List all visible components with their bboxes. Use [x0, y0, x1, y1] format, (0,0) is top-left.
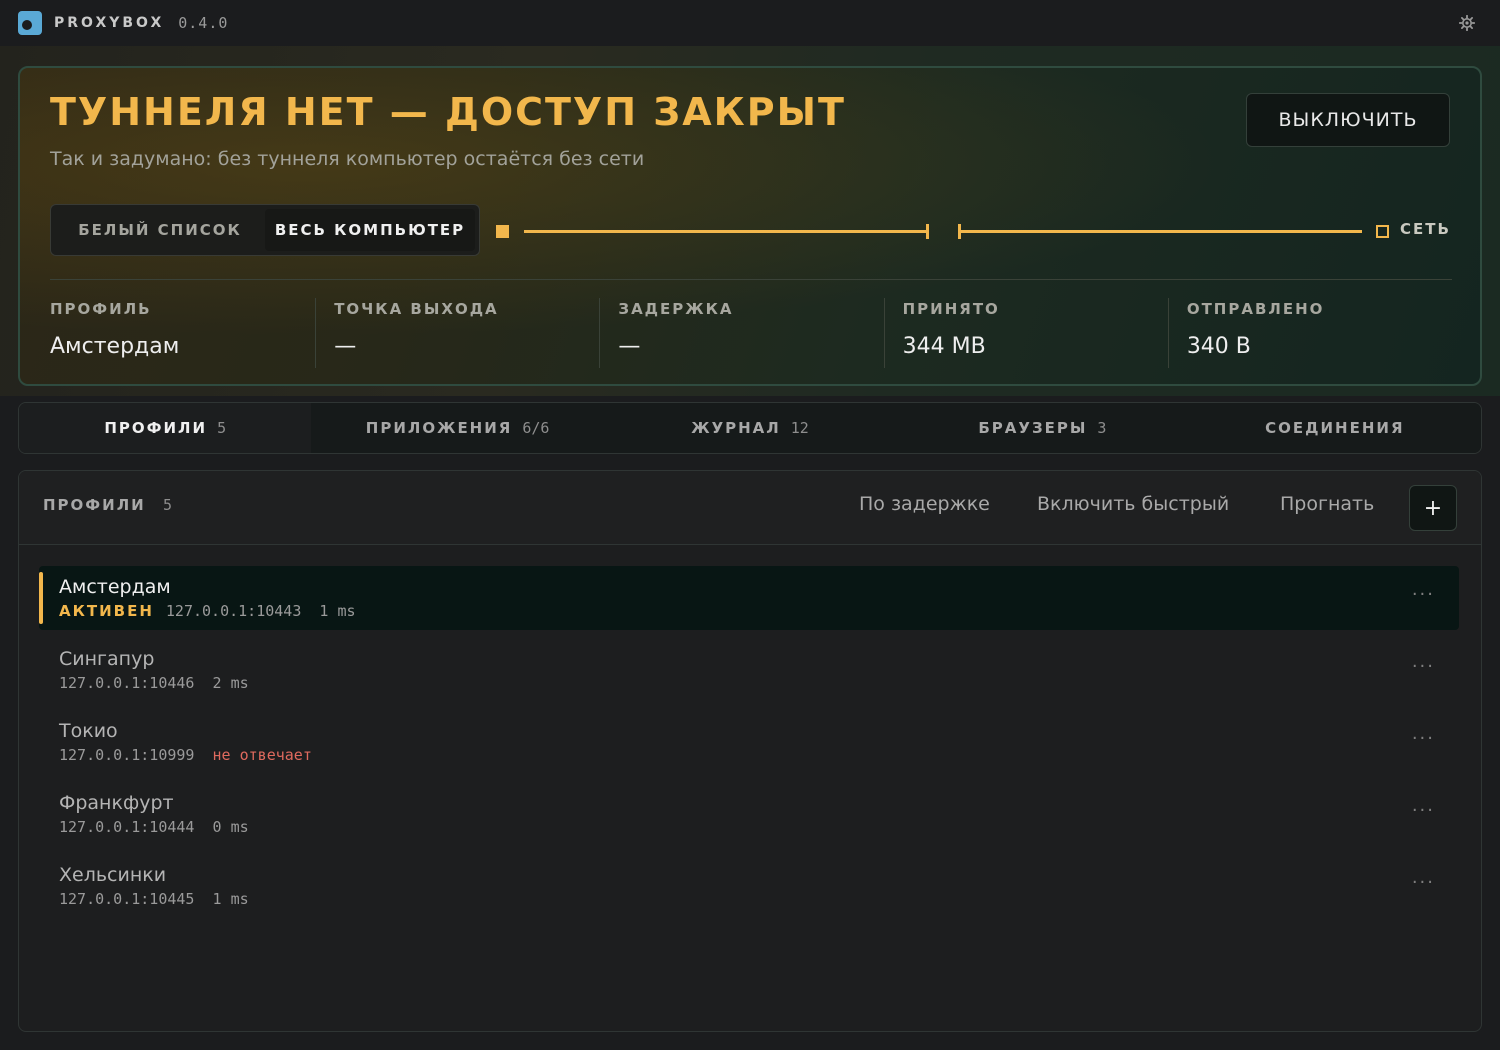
- route-diagram: СЕТЬ: [496, 218, 1456, 244]
- tab-profiles[interactable]: ПРОФИЛИ 5: [19, 403, 312, 453]
- run-test-button[interactable]: Прогнать: [1280, 493, 1374, 515]
- panel-title-count: 5: [162, 496, 173, 514]
- stat-sent: ОТПРАВЛЕНО 340 B: [1167, 298, 1452, 368]
- profile-name: Сингапур: [59, 648, 155, 670]
- tab-label: ПРОФИЛИ: [104, 419, 208, 437]
- tab-apps[interactable]: ПРИЛОЖЕНИЯ 6/6: [311, 403, 604, 453]
- tab-label: СОЕДИНЕНИЯ: [1265, 419, 1405, 437]
- more-menu-icon[interactable]: ···: [1412, 728, 1435, 749]
- profile-name: Токио: [59, 720, 118, 742]
- profile-latency: 1 ms: [212, 890, 249, 908]
- route-line-right: [960, 230, 1362, 233]
- profile-meta: 127.0.0.1:10999 не отвечает: [59, 746, 312, 764]
- settings-button[interactable]: [1458, 14, 1476, 32]
- stat-label: ПРОФИЛЬ: [50, 300, 152, 318]
- route-break-left: [926, 224, 929, 239]
- tab-count: 5: [217, 419, 227, 437]
- panel-title-label: ПРОФИЛИ: [43, 496, 146, 514]
- stat-label: ТОЧКА ВЫХОДА: [334, 300, 499, 318]
- stat-value: Амстердам: [50, 334, 180, 359]
- profile-name: Франкфурт: [59, 792, 174, 814]
- more-menu-icon[interactable]: ···: [1412, 800, 1435, 821]
- tab-browsers[interactable]: БРАУЗЕРЫ 3: [896, 403, 1189, 453]
- profile-address: 127.0.0.1:10445: [59, 890, 195, 908]
- profile-latency-error: не отвечает: [212, 746, 312, 764]
- profile-name: Амстердам: [59, 576, 171, 598]
- main-tabs: ПРОФИЛИ 5 ПРИЛОЖЕНИЯ 6/6 ЖУРНАЛ 12 БРАУЗ…: [18, 402, 1482, 454]
- stat-value: 344 MB: [902, 334, 986, 359]
- tab-count: 3: [1097, 419, 1107, 437]
- profile-name: Хельсинки: [59, 864, 167, 886]
- stat-value: —: [334, 334, 357, 359]
- tab-count: 12: [790, 419, 809, 437]
- status-subtitle: Так и задумано: без туннеля компьютер ос…: [50, 148, 645, 170]
- mode-whitelist[interactable]: БЕЛЫЙ СПИСОК: [55, 209, 265, 251]
- divider: [50, 279, 1452, 280]
- tab-label: БРАУЗЕРЫ: [978, 419, 1088, 437]
- panel-title: ПРОФИЛИ 5: [43, 496, 172, 514]
- stat-label: ПРИНЯТО: [902, 300, 1000, 318]
- profile-row-frankfurt[interactable]: Франкфурт 127.0.0.1:10444 0 ms ···: [39, 782, 1459, 846]
- profile-meta: 127.0.0.1:10446 2 ms: [59, 674, 249, 692]
- enable-fastest-button[interactable]: Включить быстрый: [1037, 493, 1229, 515]
- app-version: 0.4.0: [178, 14, 229, 32]
- profile-row-tokyo[interactable]: Токио 127.0.0.1:10999 не отвечает ···: [39, 710, 1459, 774]
- profile-row-amsterdam[interactable]: Амстердам АКТИВЕН 127.0.0.1:10443 1 ms ··…: [39, 566, 1459, 630]
- app-name: PROXYBOX: [54, 15, 165, 31]
- route-line-left: [524, 230, 928, 233]
- profile-address: 127.0.0.1:10999: [59, 746, 195, 764]
- tab-connections[interactable]: СОЕДИНЕНИЯ: [1188, 403, 1481, 453]
- profile-status: АКТИВЕН: [59, 602, 154, 620]
- profiles-panel: ПРОФИЛИ 5 По задержке Включить быстрый П…: [18, 470, 1482, 1032]
- stat-profile: ПРОФИЛЬ Амстердам: [50, 298, 315, 368]
- mode-switch: БЕЛЫЙ СПИСОК ВЕСЬ КОМПЬЮТЕР: [50, 204, 480, 256]
- profiles-panel-header: ПРОФИЛИ 5 По задержке Включить быстрый П…: [19, 471, 1481, 545]
- stat-latency: ЗАДЕРЖКА —: [599, 298, 883, 368]
- stat-label: ОТПРАВЛЕНО: [1186, 300, 1325, 318]
- stat-received: ПРИНЯТО 344 MB: [883, 298, 1168, 368]
- tab-label: ПРИЛОЖЕНИЯ: [365, 419, 513, 437]
- status-card: ТУННЕЛЯ НЕТ — ДОСТУП ЗАКРЫТ Так и задума…: [18, 66, 1482, 386]
- status-title: ТУННЕЛЯ НЕТ — ДОСТУП ЗАКРЫТ: [50, 90, 846, 134]
- stat-value: 340 B: [1186, 334, 1251, 359]
- profile-address: 127.0.0.1:10444: [59, 818, 195, 836]
- disconnect-button[interactable]: ВЫКЛЮЧИТЬ: [1246, 93, 1450, 147]
- stats-row: ПРОФИЛЬ Амстердам ТОЧКА ВЫХОДА — ЗАДЕРЖК…: [50, 298, 1452, 368]
- profile-latency: 0 ms: [212, 818, 249, 836]
- app-logo-icon: [18, 11, 42, 35]
- profile-latency: 2 ms: [212, 674, 249, 692]
- profile-meta: 127.0.0.1:10444 0 ms: [59, 818, 249, 836]
- mode-whole-computer[interactable]: ВЕСЬ КОМПЬЮТЕР: [265, 209, 475, 251]
- sort-by-latency-button[interactable]: По задержке: [859, 493, 990, 515]
- more-menu-icon[interactable]: ···: [1412, 584, 1435, 605]
- route-end-label: СЕТЬ: [1400, 220, 1451, 238]
- stat-value: —: [618, 334, 641, 359]
- profile-address: 127.0.0.1:10446: [59, 674, 195, 692]
- tab-log[interactable]: ЖУРНАЛ 12: [603, 403, 897, 453]
- route-end-icon: [1376, 225, 1389, 238]
- tab-label: ЖУРНАЛ: [691, 419, 781, 437]
- add-profile-button[interactable]: +: [1409, 485, 1457, 531]
- profile-row-singapore[interactable]: Сингапур 127.0.0.1:10446 2 ms ···: [39, 638, 1459, 702]
- stat-exit-point: ТОЧКА ВЫХОДА —: [315, 298, 599, 368]
- title-bar: PROXYBOX 0.4.0: [0, 0, 1500, 46]
- route-start-icon: [496, 225, 509, 238]
- more-menu-icon[interactable]: ···: [1412, 872, 1435, 893]
- profile-meta: 127.0.0.1:10445 1 ms: [59, 890, 249, 908]
- profile-meta: АКТИВЕН 127.0.0.1:10443 1 ms: [59, 602, 356, 620]
- profiles-list: Амстердам АКТИВЕН 127.0.0.1:10443 1 ms ··…: [39, 566, 1459, 926]
- gear-icon: [1459, 15, 1475, 31]
- profile-address: 127.0.0.1:10443: [165, 602, 302, 620]
- profile-row-helsinki[interactable]: Хельсинки 127.0.0.1:10445 1 ms ···: [39, 854, 1459, 918]
- profile-latency: 1 ms: [319, 602, 356, 620]
- tab-count: 6/6: [522, 419, 550, 437]
- stat-label: ЗАДЕРЖКА: [618, 300, 734, 318]
- more-menu-icon[interactable]: ···: [1412, 656, 1435, 677]
